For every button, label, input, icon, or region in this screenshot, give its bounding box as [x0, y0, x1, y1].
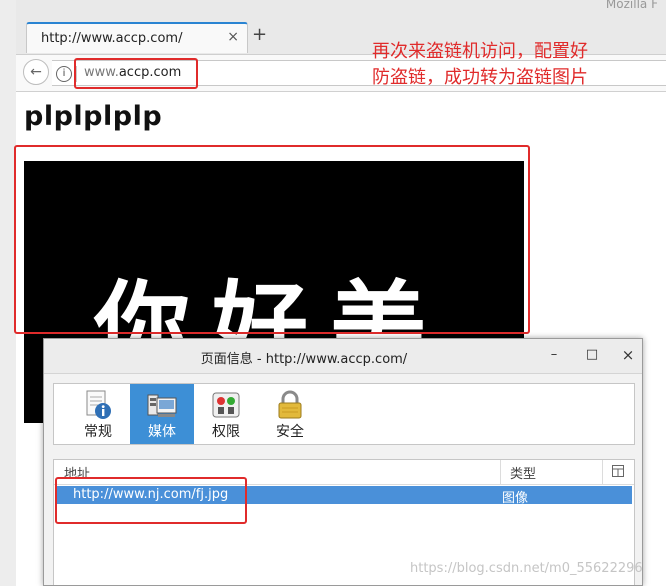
column-picker-icon[interactable] [612, 465, 624, 477]
tab-title: http://www.accp.com/ [41, 31, 183, 46]
tab-close-icon[interactable]: × [227, 29, 239, 45]
column-divider [500, 460, 501, 484]
new-tab-plus-icon[interactable]: + [252, 24, 267, 45]
lock-icon [278, 390, 302, 419]
watermark: https://blog.csdn.net/m0_55622296 [410, 561, 643, 576]
tab-accp[interactable]: http://www.accp.com/ × [26, 22, 248, 53]
row-highlight-box [55, 477, 247, 524]
tab-permissions-label: 权限 [212, 424, 240, 440]
close-icon[interactable]: × [618, 345, 638, 365]
browser-titlebar: Mozilla F [16, 0, 666, 22]
dialog-header: 页面信息 - http://www.accp.com/ – □ × [44, 339, 642, 374]
site-info-icon[interactable]: i [56, 66, 72, 82]
url-highlight-box [74, 58, 198, 89]
tab-security[interactable]: 安全 [258, 384, 322, 444]
column-type[interactable]: 类型 [510, 463, 536, 482]
maximize-icon[interactable]: □ [582, 345, 602, 365]
page-heading: plplplplp [24, 101, 163, 132]
annotation-note: 再次来盗链机访问，配置好防盗链，成功转为盗链图片 [372, 41, 588, 88]
media-icon [147, 394, 177, 417]
back-button[interactable]: ← [23, 59, 49, 85]
tab-security-label: 安全 [276, 424, 304, 440]
tab-permissions[interactable]: 权限 [194, 384, 258, 444]
dialog-toolbar: 常规 媒体 权限 安全 [53, 383, 635, 445]
page-info-dialog: 页面信息 - http://www.accp.com/ – □ × 常规 媒体 … [43, 338, 643, 586]
tab-general[interactable]: 常规 [66, 384, 130, 444]
permissions-icon [212, 392, 240, 418]
dialog-title: 页面信息 - http://www.accp.com/ [200, 352, 408, 367]
tab-general-label: 常规 [84, 424, 112, 440]
back-arrow-icon: ← [30, 64, 42, 80]
tab-media[interactable]: 媒体 [130, 384, 194, 444]
general-info-icon [86, 390, 111, 419]
tab-media-label: 媒体 [148, 424, 176, 440]
minimize-icon[interactable]: – [544, 345, 564, 365]
column-divider [602, 460, 603, 484]
image-highlight-box [14, 145, 530, 334]
window-title: Mozilla F [605, 0, 658, 11]
row-type: 图像 [502, 491, 529, 506]
